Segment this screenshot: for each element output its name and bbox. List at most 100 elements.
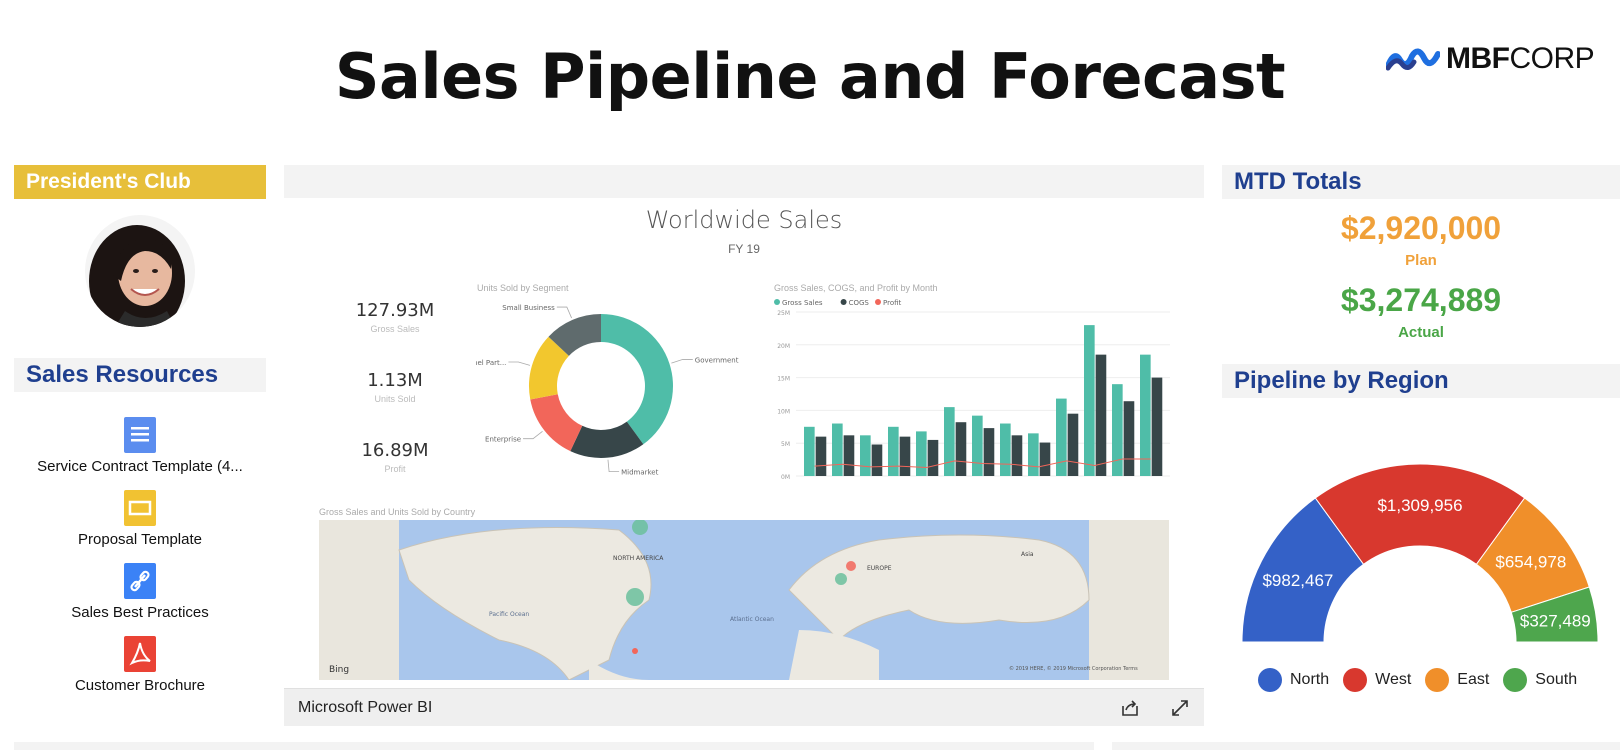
donut-leader-3	[508, 361, 531, 366]
bar-legend-dot-0	[774, 299, 780, 305]
map-label-pacific: Pacific Ocean	[489, 611, 529, 618]
donut-leader-0	[671, 359, 693, 364]
legend-dot	[1258, 668, 1282, 692]
resource-label[interactable]: Sales Best Practices	[14, 604, 266, 621]
bar-cogs-9	[1067, 413, 1079, 476]
bar-cogs-5	[955, 422, 967, 476]
map-label-atlantic: Atlantic Ocean	[730, 616, 774, 623]
bar-cogs-2	[871, 444, 883, 476]
bar-legend-label-1: COGS	[849, 299, 870, 307]
kpi-value: 127.93M	[355, 300, 435, 321]
logo-text-light: CORP	[1509, 42, 1595, 75]
bar-legend-dot-1	[840, 299, 847, 305]
resource-customer-brochure[interactable]: Customer Brochure	[14, 635, 266, 694]
legend-item-south[interactable]: South	[1503, 668, 1577, 692]
bar-cogs-4	[927, 439, 939, 476]
slides-icon	[124, 490, 156, 526]
legend-item-west[interactable]: West	[1343, 668, 1411, 692]
resource-label[interactable]: Proposal Template	[14, 531, 266, 548]
kpi-label: Units Sold	[374, 394, 416, 404]
mtd-plan-value: $2,920,000	[1340, 210, 1502, 246]
donut-leader-1	[607, 459, 620, 473]
bar-ytick-3: 15M	[777, 376, 790, 383]
bar-cogs-1	[843, 435, 855, 476]
page-title: Sales Pipeline and Forecast	[334, 40, 1286, 113]
bar-ytick-4: 20M	[777, 343, 790, 350]
powerbi-footer: Microsoft Power BI	[284, 688, 1204, 726]
resource-label[interactable]: Service Contract Template (4...	[14, 458, 266, 475]
legend-label: North	[1290, 671, 1330, 688]
resource-sales-best-practices[interactable]: Sales Best Practices	[14, 562, 266, 621]
pipeline-legend: North West East South	[1258, 668, 1591, 692]
bar-ytick-2: 10M	[777, 408, 790, 415]
bar-cogs-10	[1095, 354, 1107, 476]
mtd-plan-label: Plan	[1405, 252, 1437, 269]
bar-ytick-5: 25M	[777, 310, 790, 317]
legend-item-north[interactable]: North	[1258, 668, 1329, 692]
bar-ytick-0: 0M	[781, 474, 790, 481]
link-icon	[124, 563, 156, 599]
map-label-asia: Asia	[1021, 551, 1034, 558]
legend-item-east[interactable]: East	[1425, 668, 1489, 692]
gauge-value-label-3: $327,489	[1520, 612, 1591, 631]
pipeline-region-header: Pipeline by Region	[1222, 364, 1620, 398]
bar-gross-1	[832, 423, 843, 476]
legend-label: West	[1375, 671, 1412, 688]
bar-gross-8	[1028, 433, 1039, 476]
donut-label-2: Enterprise	[485, 436, 521, 444]
legend-dot	[1503, 668, 1528, 692]
bar-gross-6	[972, 415, 983, 476]
kpi-gross-sales: 127.93M Gross Sales	[330, 300, 460, 334]
donut-label-3: Channel Part...	[476, 359, 506, 367]
bar-cogs-7	[1011, 435, 1023, 476]
bar-cogs-0	[815, 436, 827, 476]
legend-label: South	[1535, 671, 1578, 688]
gauge-value-label-2: $654,978	[1495, 552, 1566, 571]
gauge-value-label-1: $1,309,956	[1377, 496, 1462, 515]
monthly-bar-chart[interactable]: Gross Sales COGS Profit 0M 5M 10M 15M 20M 25M	[770, 298, 1180, 498]
map-bing-logo: Bing	[329, 665, 349, 675]
bar-gross-9	[1056, 398, 1067, 476]
donut-label-1: Midmarket	[621, 469, 659, 477]
bar-gross-10	[1084, 325, 1095, 476]
presidents-club-header: President's Club	[14, 165, 266, 199]
map-bubble-france	[835, 573, 847, 585]
bar-gross-2	[860, 435, 871, 476]
bottom-panel-header-left	[14, 742, 1094, 750]
bar-gross-7	[1000, 423, 1011, 476]
center-top-bar	[284, 165, 1204, 198]
bar-legend-label-0: Gross Sales	[782, 299, 823, 307]
donut-slice-0	[601, 314, 673, 445]
kpi-value: 16.89M	[361, 440, 429, 461]
document-icon	[124, 417, 156, 453]
bar-gross-12	[1140, 354, 1151, 476]
pipeline-gauge-chart[interactable]: $982,467 $1,309,956 $654,978 $327,489	[1230, 446, 1620, 646]
sales-resources-header: Sales Resources	[14, 358, 266, 392]
report-title: Worldwide Sales	[645, 206, 843, 234]
bottom-panel-header-right	[1112, 742, 1620, 750]
bar-chart-title: Gross Sales, COGS, and Profit by Month	[774, 283, 938, 293]
resource-proposal-template[interactable]: Proposal Template	[14, 489, 266, 548]
bar-cogs-3	[899, 436, 911, 476]
resource-label[interactable]: Customer Brochure	[14, 677, 266, 694]
bar-legend-label-2: Profit	[883, 299, 902, 307]
kpi-value: 1.13M	[367, 370, 423, 391]
mtd-totals-header: MTD Totals	[1222, 165, 1620, 199]
bar-cogs-6	[983, 428, 995, 476]
map-bubble-germany	[846, 561, 856, 571]
sales-map[interactable]: NORTH AMERICA EUROPE Asia Pacific Ocean …	[319, 520, 1169, 680]
map-label-north-america: NORTH AMERICA	[613, 555, 664, 562]
bar-gross-3	[888, 426, 899, 476]
resource-service-contract[interactable]: Service Contract Template (4...	[14, 416, 266, 475]
company-logo: MBFCORP	[1386, 42, 1595, 76]
logo-text: MBFCORP	[1446, 42, 1595, 76]
powerbi-brand: Microsoft Power BI	[298, 699, 433, 716]
segment-donut-chart[interactable]: Government Midmarket Enterprise Channel Par…	[476, 298, 746, 498]
bar-gross-0	[804, 426, 815, 476]
expand-icon[interactable]	[1170, 698, 1190, 723]
donut-leader-2	[523, 431, 543, 440]
map-copyright: © 2019 HERE, © 2019 Microsoft Corporatio…	[1009, 665, 1138, 672]
bar-ytick-1: 5M	[781, 441, 790, 448]
pdf-icon	[124, 636, 156, 672]
share-icon[interactable]	[1120, 698, 1140, 723]
